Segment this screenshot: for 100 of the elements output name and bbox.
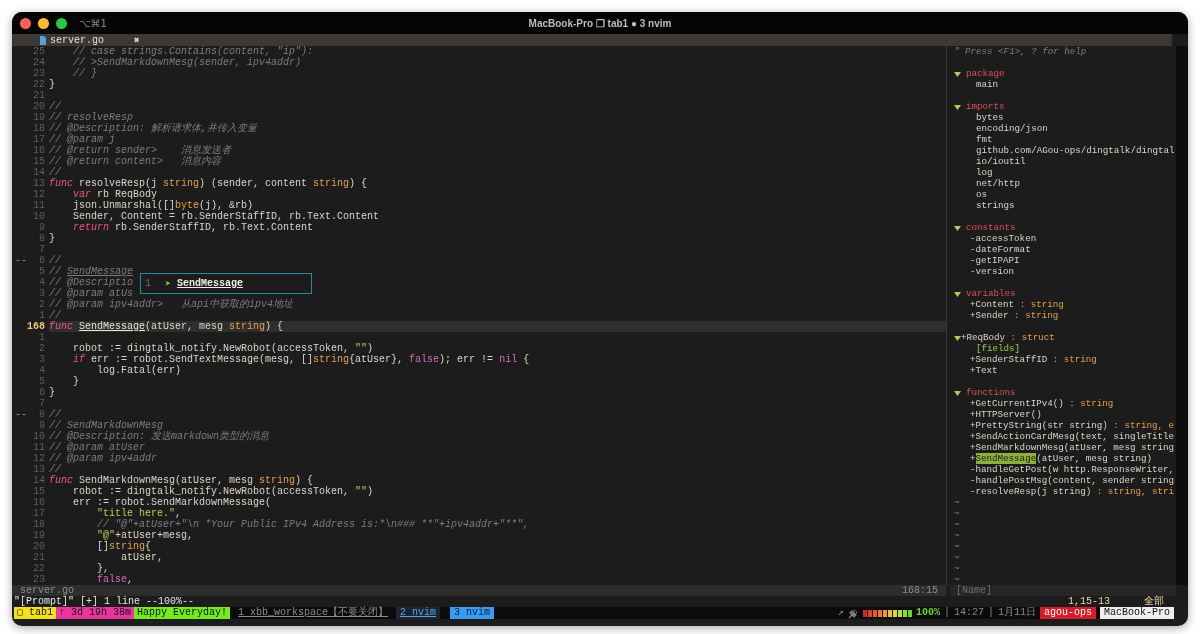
- section-heading[interactable]: package: [966, 68, 1005, 79]
- line-number: 2: [38, 343, 46, 354]
- tag-item[interactable]: -version: [970, 266, 1015, 277]
- ruler: 1,15-13: [1068, 596, 1111, 607]
- tag-item[interactable]: -getIPAPI: [970, 255, 1020, 266]
- code-line: return rb.SenderStaffID, rb.Text.Content: [72, 222, 314, 233]
- status-text: ↗: [837, 607, 844, 619]
- tag-item[interactable]: -resolveResp(j string) : string, stri: [970, 486, 1174, 497]
- tag-item[interactable]: fmt: [976, 134, 993, 145]
- code-line: // @Description: 发送markdown类型的消息: [49, 431, 270, 442]
- line-number: 17: [32, 134, 46, 145]
- tag-item[interactable]: -handleGetPost(w http.ResponseWriter,: [970, 464, 1174, 475]
- line-number: 12: [32, 189, 46, 200]
- item-index: 1: [144, 278, 152, 289]
- tag-item[interactable]: net/http: [976, 178, 1021, 189]
- window-tab[interactable]: 2 nvim: [396, 607, 441, 619]
- tag-item[interactable]: io/ioutil: [976, 156, 1026, 167]
- line-number: 6: [38, 255, 46, 266]
- line-number: 19: [32, 112, 46, 123]
- cursor-position: 168:15: [902, 585, 938, 596]
- plug-icon: [847, 607, 859, 619]
- tag-item[interactable]: +SendActionCardMesg(text, singleTitle: [970, 431, 1174, 442]
- empty-line-marker: ~: [954, 574, 960, 585]
- line-number: 9: [38, 420, 46, 431]
- tag-item[interactable]: log: [976, 167, 993, 178]
- line-number: 23: [32, 574, 46, 585]
- code-line: // "@"+atUser+"\n *Your Public IPv4 Address is:*\n### **"+ipv4addr+"**",: [96, 519, 530, 530]
- line-number: 14: [32, 475, 46, 486]
- empty-line-marker: ~: [954, 530, 960, 541]
- line-number: 8: [38, 409, 46, 420]
- tag-item[interactable]: os: [976, 189, 988, 200]
- help-hint: " Press <F1>, ? for help: [954, 46, 1087, 57]
- line-number: 10: [32, 431, 46, 442]
- minimize-button[interactable]: [38, 17, 49, 29]
- line-number: 18: [32, 123, 46, 134]
- code-line: func SendMarkdownMesg(atUser, mesg string) {: [49, 475, 314, 486]
- line-number: 16: [32, 145, 46, 156]
- tag-item[interactable]: +Text: [970, 365, 998, 376]
- tag-item[interactable]: [fields]: [976, 343, 1021, 354]
- tag-item[interactable]: main: [976, 79, 999, 90]
- line-number: 23: [32, 68, 46, 79]
- section-heading[interactable]: constants: [966, 222, 1016, 233]
- line-number: 4: [38, 365, 46, 376]
- line-number: 21: [32, 552, 46, 563]
- sign-marker: --: [14, 409, 27, 420]
- scrollbar[interactable]: [1176, 46, 1188, 585]
- line-number: 12: [32, 453, 46, 464]
- battery-meter-drawing: [862, 609, 912, 617]
- code-line: Sender, Content = rb.SenderStaffID, rb.Text.Content: [72, 211, 380, 222]
- status-text: 1月11日: [997, 607, 1036, 619]
- line-number: 1: [38, 310, 46, 321]
- code-line: //: [49, 255, 61, 266]
- tag-item[interactable]: +SendMarkdownMesg(atUser, mesg string: [970, 442, 1174, 453]
- window-tab[interactable]: 3 nvim: [450, 607, 495, 619]
- status-segment: ▢ tab1: [14, 607, 57, 619]
- line-number: 14: [32, 167, 46, 178]
- code-line: if err := robot.SendTextMessage(mesg, []string{atUser}, false); err != nil {: [72, 354, 530, 365]
- completion-item[interactable]: SendMessage: [177, 278, 243, 289]
- section-heading[interactable]: functions: [966, 387, 1016, 398]
- window-title: MacBook-Pro ❐ tab1 ● 3 nvim: [528, 17, 672, 29]
- line-number: 5: [38, 376, 46, 387]
- line-number: 24: [32, 57, 46, 68]
- status-segment: ↑ 3d 19h 38m: [56, 607, 135, 619]
- code-line: }: [49, 79, 55, 90]
- file-icon: [40, 35, 46, 45]
- code-line: },: [96, 563, 109, 574]
- tag-item[interactable]: bytes: [976, 112, 1004, 123]
- close-button[interactable]: [20, 17, 31, 29]
- tag-item[interactable]: github.com/AGou-ops/dingtalk/dingtal: [976, 145, 1175, 156]
- tag-item[interactable]: +PrettyString(str string) : string, e: [970, 420, 1175, 431]
- window-tab[interactable]: 1 xbb_workspace【不要关闭】: [234, 607, 393, 619]
- status-text: |: [943, 607, 950, 619]
- tag-item[interactable]: strings: [976, 200, 1015, 211]
- line-number: 20: [32, 541, 46, 552]
- code-line: robot := dingtalk_notify.NewRobot(accessToken, ""): [72, 486, 374, 497]
- code-line: err := robot.SendMarkdownMessage(: [72, 497, 272, 508]
- line-number: 2: [38, 299, 46, 310]
- empty-line-marker: ~: [954, 497, 960, 508]
- tag-item[interactable]: +Content : string: [970, 299, 1064, 310]
- tag-item[interactable]: +HTTPServer(): [970, 409, 1042, 420]
- line-number: 10: [32, 211, 46, 222]
- tag-item[interactable]: -handlePostMsg(content, sender string: [970, 475, 1174, 486]
- code-line: // @param ipv4addr: [49, 453, 158, 464]
- line-number: 9: [38, 222, 46, 233]
- line-number: 16: [32, 497, 46, 508]
- tag-item[interactable]: +SendMessage(atUser, mesg string): [970, 453, 1152, 464]
- zoom-button[interactable]: [56, 17, 67, 29]
- tag-item[interactable]: -accessToken: [970, 233, 1037, 244]
- pane-name: [Name]: [956, 585, 992, 596]
- tag-item[interactable]: +Sender : string: [970, 310, 1059, 321]
- tag-item[interactable]: encoding/json: [976, 123, 1048, 134]
- code-line: //: [49, 409, 61, 420]
- code-line: // @Descriptio: [49, 277, 133, 288]
- tag-item[interactable]: +SenderStaffID : string: [970, 354, 1097, 365]
- tag-item[interactable]: -dateFormat: [970, 244, 1031, 255]
- section-heading[interactable]: variables: [966, 288, 1016, 299]
- section-heading[interactable]: imports: [966, 101, 1005, 112]
- section-heading[interactable]: +ReqBody : struct: [961, 332, 1055, 343]
- tag-item[interactable]: +GetCurrentIPv4() : string: [970, 398, 1114, 409]
- close-icon[interactable]: ✖: [134, 34, 140, 46]
